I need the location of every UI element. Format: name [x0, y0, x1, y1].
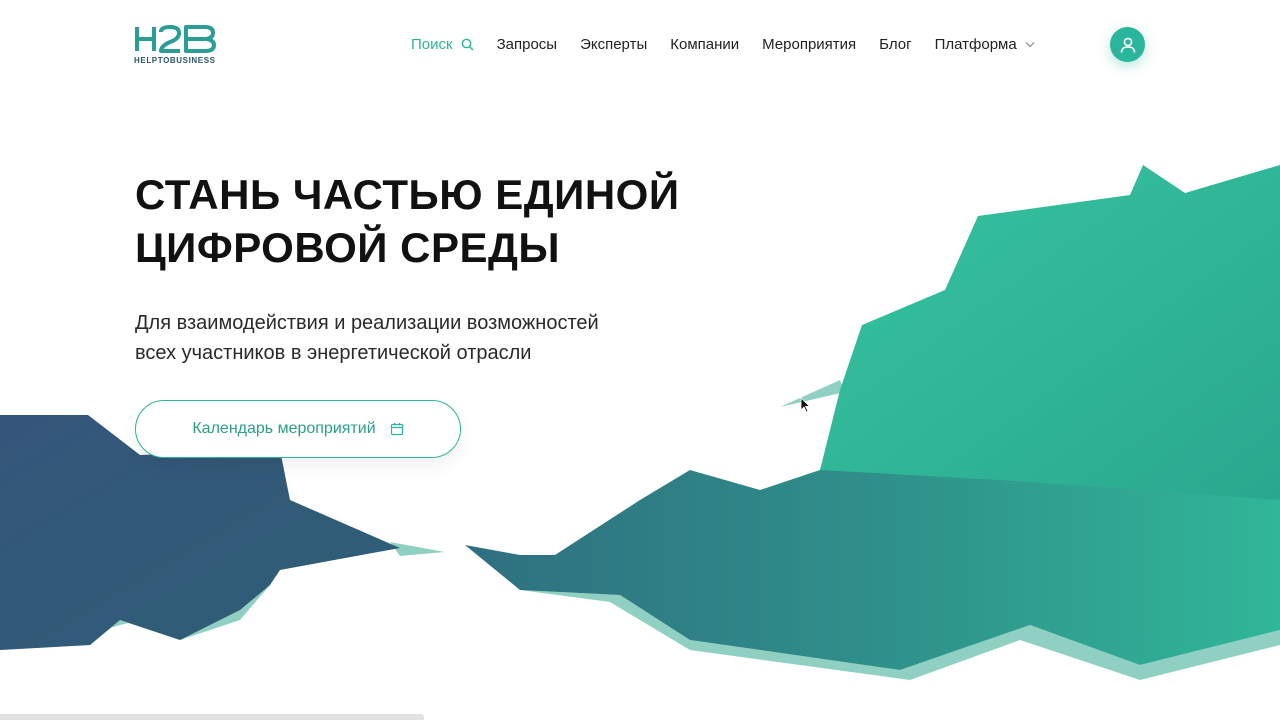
hero-subtitle-line2: всех участников в энергетической отрасли: [135, 342, 532, 364]
user-icon: [1120, 37, 1135, 53]
nav-item-events[interactable]: Мероприятия: [762, 36, 856, 53]
hero-title-line1: СТАНЬ ЧАСТЬЮ ЕДИНОЙ: [135, 171, 680, 218]
profile-button[interactable]: [1110, 27, 1145, 62]
nav-item-requests-label: Запросы: [496, 35, 558, 53]
hero-section: СТАНЬ ЧАСТЬЮ ЕДИНОЙ ЦИФРОВОЙ СРЕДЫ Для в…: [135, 168, 815, 368]
bottom-scroll-bar: [0, 714, 424, 720]
search-icon: [461, 38, 474, 51]
hero-subtitle: Для взаимодействия и реализации возможно…: [135, 308, 695, 368]
nav-item-experts-label: Эксперты: [580, 35, 648, 53]
nav-item-blog[interactable]: Блог: [879, 36, 911, 53]
nav-item-events-label: Мероприятия: [762, 35, 857, 53]
logo-mark: [135, 25, 216, 53]
hero-title-line2: ЦИФРОВОЙ СРЕДЫ: [135, 224, 561, 271]
nav-item-blog-label: Блог: [879, 35, 912, 53]
nav-item-search[interactable]: Поиск: [411, 36, 474, 53]
calendar-icon: [390, 422, 404, 436]
events-calendar-button-label: Календарь мероприятий: [192, 420, 376, 437]
nav-item-experts[interactable]: Эксперты: [580, 36, 647, 53]
logo-subtitle: HELPTOBUSINESS: [134, 56, 216, 65]
nav-item-requests[interactable]: Запросы: [497, 36, 558, 53]
nav-item-platform-label: Платформа: [934, 35, 1017, 53]
main-nav: Поиск Запросы Эксперты Компании Мероприя…: [411, 33, 1058, 55]
nav-item-search-label: Поиск: [411, 35, 453, 53]
nav-item-companies-label: Компании: [670, 35, 740, 53]
chevron-down-icon: [1025, 41, 1035, 48]
hero-subtitle-line1: Для взаимодействия и реализации возможно…: [135, 312, 599, 334]
logo[interactable]: HELPTOBUSINESS: [134, 24, 224, 68]
mouse-cursor-icon: [800, 397, 810, 413]
hero-title: СТАНЬ ЧАСТЬЮ ЕДИНОЙ ЦИФРОВОЙ СРЕДЫ: [135, 168, 815, 274]
nav-item-companies[interactable]: Компании: [670, 36, 739, 53]
events-calendar-button[interactable]: Календарь мероприятий: [135, 400, 461, 458]
nav-item-platform[interactable]: Платформа: [935, 36, 1035, 53]
site-header: HELPTOBUSINESS Поиск Запросы Эксперты Ко…: [0, 0, 1280, 90]
